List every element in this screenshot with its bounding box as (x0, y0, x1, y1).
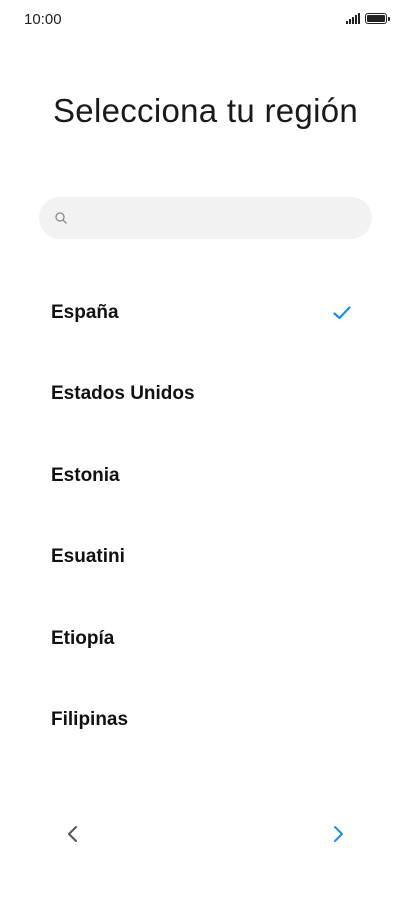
page-title: Selecciona tu región (52, 92, 359, 129)
battery-fill (367, 15, 385, 22)
search-bar[interactable] (39, 197, 372, 241)
region-list: España Estados Unidos Estonia Esuatini E… (0, 272, 411, 761)
region-label: Etiopía (51, 627, 115, 649)
chevron-left-icon (68, 826, 77, 842)
region-item-esuatini[interactable]: Esuatini (0, 517, 411, 599)
status-bar: 10:00 (0, 0, 411, 40)
back-button[interactable] (62, 822, 84, 846)
status-time: 10:00 (24, 11, 62, 28)
next-button[interactable] (327, 822, 349, 846)
region-label: Filipinas (51, 709, 129, 731)
region-item-filipinas[interactable]: Filipinas (0, 680, 411, 762)
search-input[interactable] (77, 197, 356, 241)
region-label: Esuatini (51, 546, 125, 568)
region-item-etiopia[interactable]: Etiopía (0, 598, 411, 680)
battery-icon (365, 13, 390, 24)
search-icon (55, 212, 67, 224)
region-label: Estonia (51, 464, 120, 486)
status-icons (346, 12, 390, 24)
region-item-estonia[interactable]: Estonia (0, 435, 411, 517)
region-label: España (51, 301, 119, 323)
region-item-espana[interactable]: España (0, 272, 411, 354)
signal-icon (346, 12, 360, 24)
chevron-right-icon (334, 826, 343, 842)
region-label: Estados Unidos (51, 383, 195, 405)
region-item-estados-unidos[interactable]: Estados Unidos (0, 354, 411, 436)
check-icon (333, 306, 351, 319)
